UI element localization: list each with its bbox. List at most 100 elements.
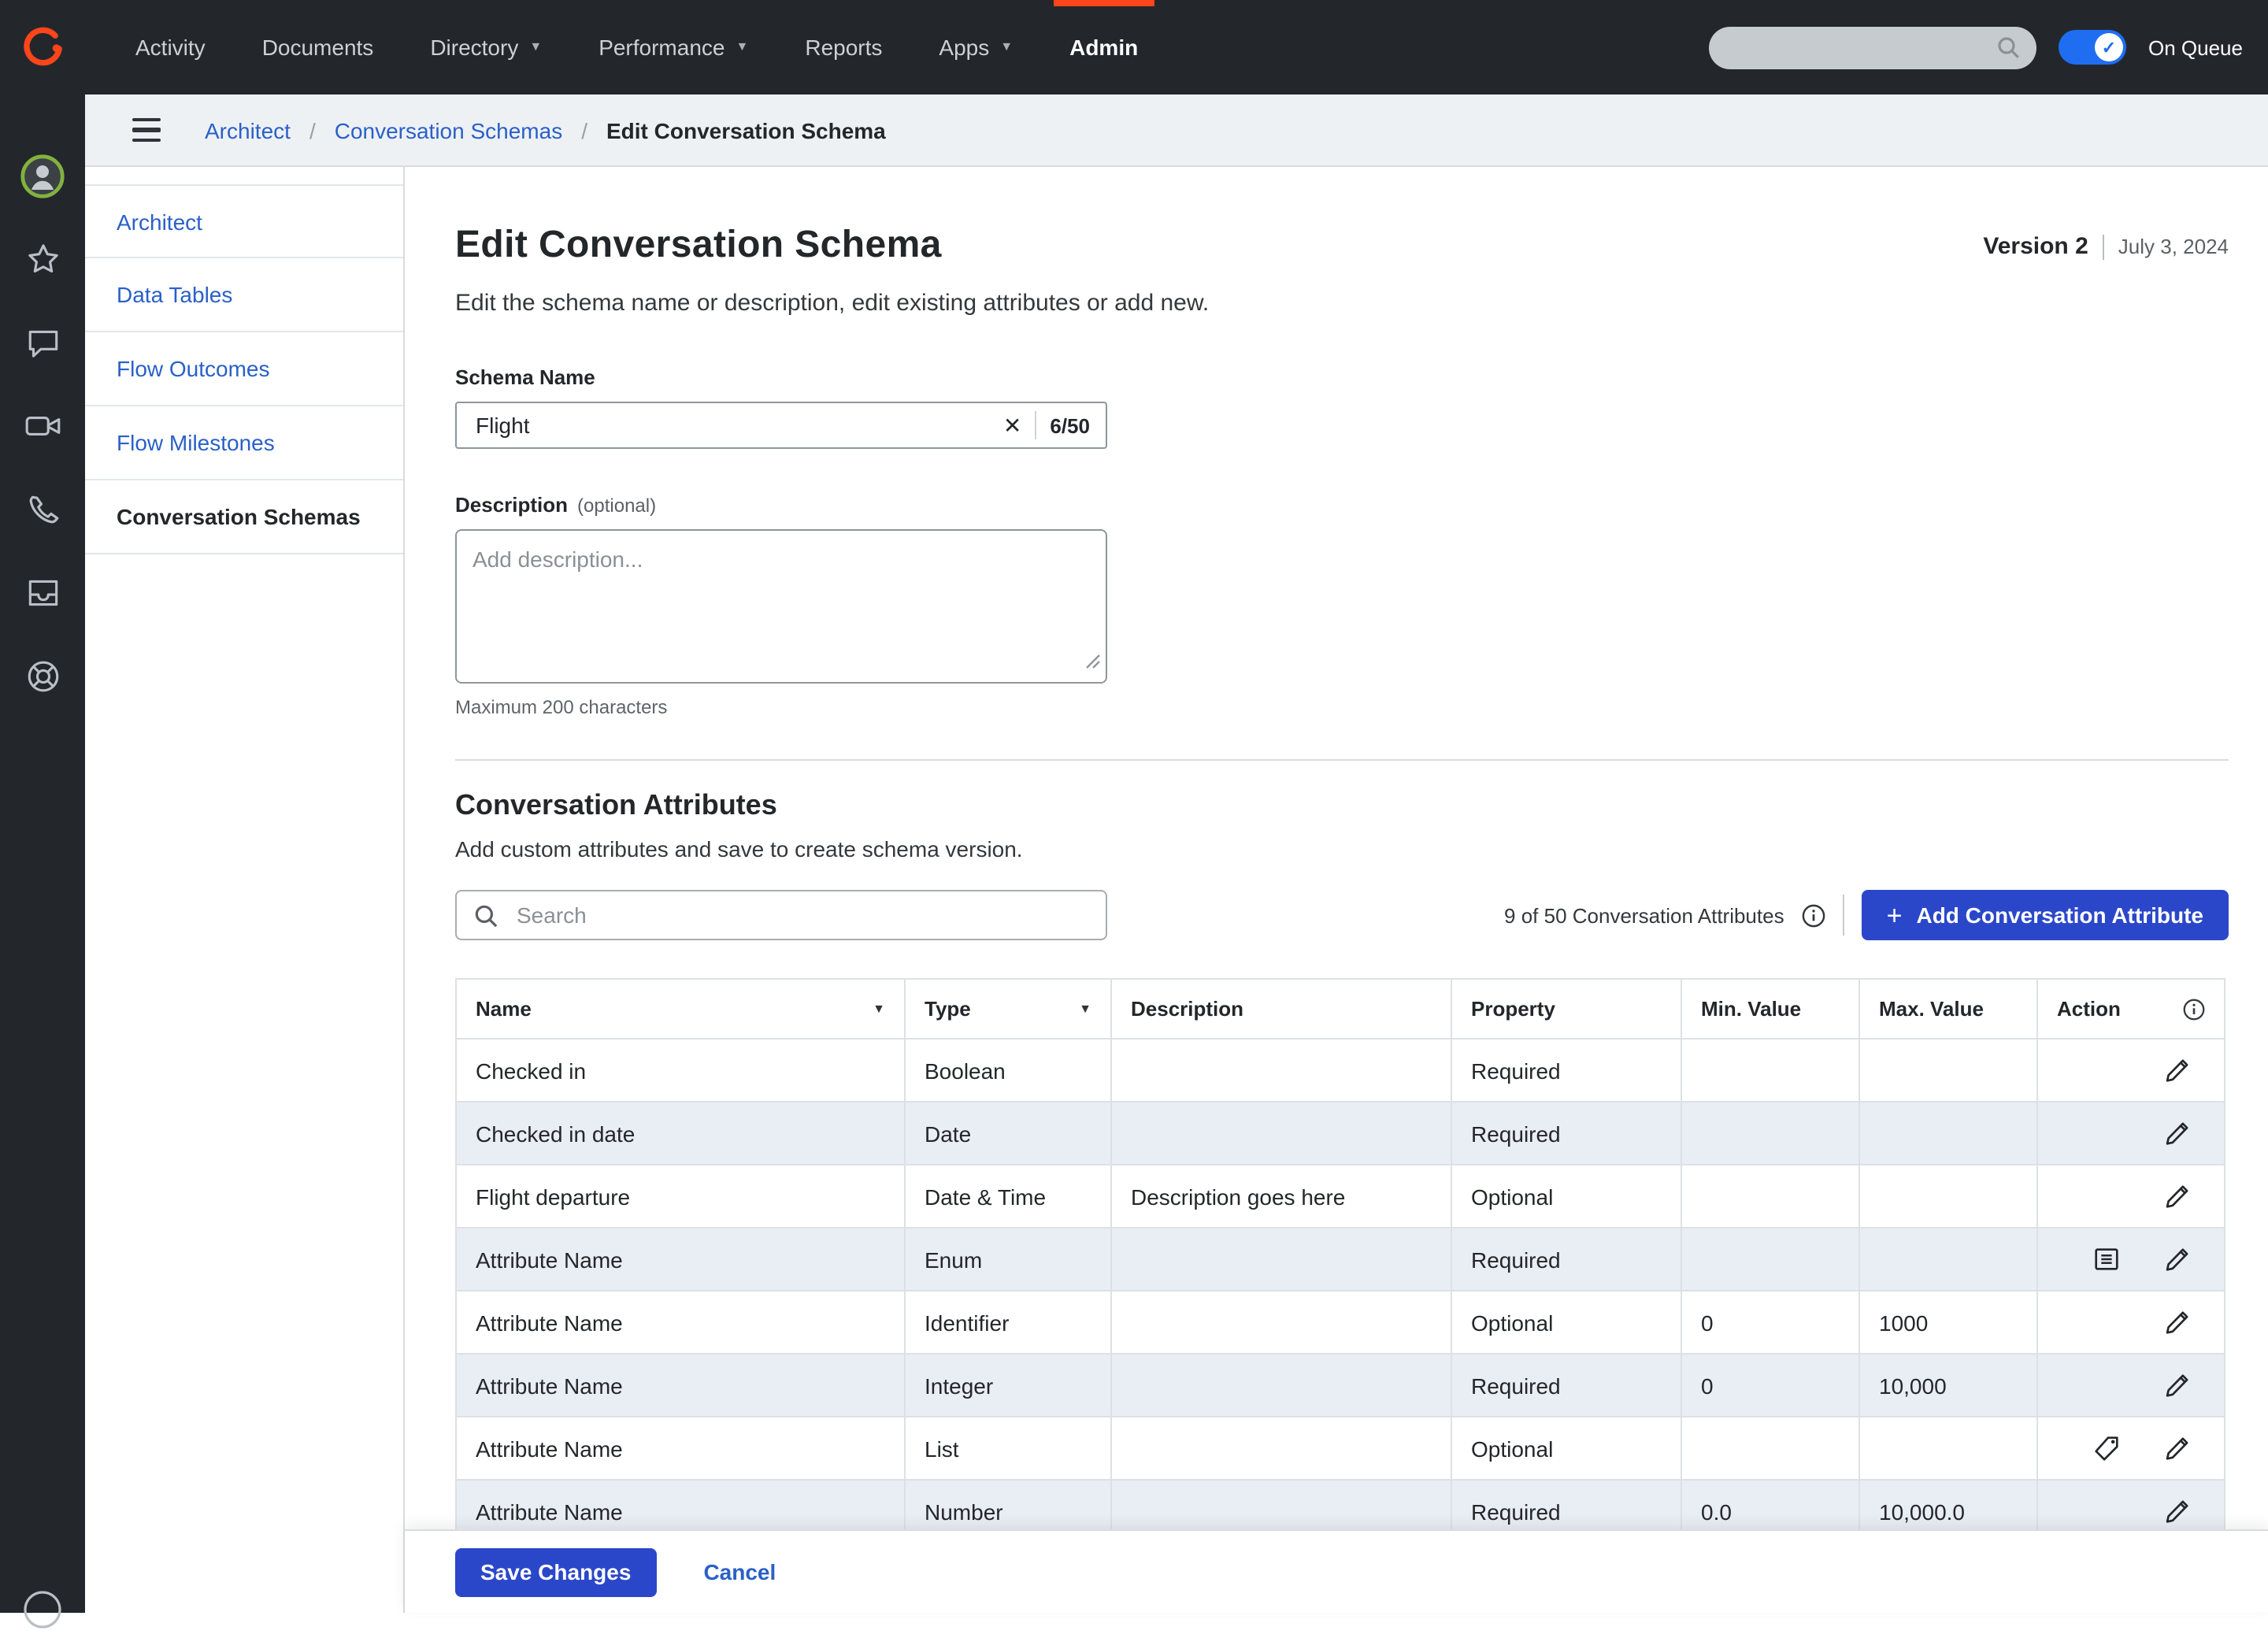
tag-icon[interactable] (2092, 1433, 2122, 1463)
nav-item-performance[interactable]: Performance▼ (570, 0, 776, 94)
edit-pencil-icon[interactable] (2162, 1307, 2192, 1337)
attribute-description: Description goes here (1111, 1165, 1451, 1228)
sort-caret-icon[interactable]: ▼ (873, 1002, 885, 1016)
attribute-property: Required (1451, 1102, 1681, 1165)
row-actions (2057, 1181, 2205, 1211)
cancel-button[interactable]: Cancel (703, 1559, 776, 1584)
attribute-name-link[interactable]: Attribute Name (456, 1228, 905, 1291)
nav-item-label: Apps (939, 35, 989, 60)
global-search[interactable] (1709, 26, 2036, 69)
attribute-name-link[interactable]: Attribute Name (456, 1291, 905, 1354)
description-textarea[interactable] (457, 531, 1106, 682)
nav-item-label: Documents (262, 35, 374, 60)
page-header: Edit Conversation Schema Version 2 July … (455, 224, 2229, 271)
info-icon[interactable] (1802, 903, 1825, 927)
help-icon[interactable] (0, 635, 85, 718)
attribute-property: Optional (1451, 1291, 1681, 1354)
attribute-actions-cell (2037, 1039, 2225, 1102)
sidebar-item-label: Data Tables (117, 282, 232, 307)
genesys-logo-icon[interactable] (0, 0, 85, 94)
row-actions (2057, 1055, 2205, 1085)
chat-icon[interactable] (0, 301, 85, 384)
nav-item-directory[interactable]: Directory▼ (402, 0, 570, 94)
sort-caret-icon[interactable]: ▼ (1079, 1002, 1091, 1016)
avatar-icon[interactable] (0, 134, 85, 217)
attributes-heading: Conversation Attributes (455, 789, 2229, 824)
attribute-max-value (1859, 1102, 2037, 1165)
attributes-table: Name ▼ Type ▼ Description Property Min. … (455, 978, 2225, 1544)
nav-item-apps[interactable]: Apps▼ (910, 0, 1041, 94)
on-queue-toggle[interactable]: ✓ (2059, 30, 2126, 65)
attributes-search-input[interactable] (513, 901, 1090, 929)
edit-pencil-icon[interactable] (2162, 1244, 2192, 1274)
nav-item-activity[interactable]: Activity (107, 0, 234, 94)
attribute-description (1111, 1354, 1451, 1417)
edit-pencil-icon[interactable] (2162, 1055, 2192, 1085)
attribute-type: Boolean (905, 1039, 1111, 1102)
version-separator (2103, 234, 2104, 259)
nav-item-documents[interactable]: Documents (234, 0, 402, 94)
close-icon[interactable]: ✕ (991, 414, 1034, 436)
header-type[interactable]: Type ▼ (905, 979, 1111, 1039)
nav-item-label: Activity (135, 35, 206, 60)
edit-pencil-icon[interactable] (2162, 1118, 2192, 1148)
edit-pencil-icon[interactable] (2162, 1433, 2192, 1463)
sidebar-item-data-tables[interactable]: Data Tables (85, 258, 403, 332)
attributes-toolbar: 9 of 50 Conversation Attributes + Add Co… (455, 890, 2229, 940)
attribute-max-value: 1000 (1859, 1291, 2037, 1354)
breadcrumb-bar: Architect/Conversation Schemas/Edit Conv… (85, 94, 2268, 167)
schema-name-field: ✕ 6/50 (455, 402, 1107, 449)
table-row: Attribute Name Enum Required (456, 1228, 2225, 1291)
attribute-name-link[interactable]: Attribute Name (456, 1417, 905, 1480)
attribute-name-link[interactable]: Checked in (456, 1039, 905, 1102)
attribute-property: Required (1451, 1354, 1681, 1417)
version-info: Version 2 July 3, 2024 (1983, 233, 2229, 260)
menu-hamburger-icon[interactable] (126, 112, 167, 149)
breadcrumb-separator: / (581, 117, 587, 143)
attribute-name-link[interactable]: Attribute Name (456, 1354, 905, 1417)
sidebar-item-flow-milestones[interactable]: Flow Milestones (85, 406, 403, 480)
breadcrumb-link[interactable]: Conversation Schemas (335, 117, 563, 143)
profile-partial-icon[interactable] (22, 1589, 63, 1638)
attribute-name-link[interactable]: Checked in date (456, 1102, 905, 1165)
save-button[interactable]: Save Changes (455, 1547, 656, 1596)
input-divider (1034, 411, 1036, 439)
video-icon[interactable] (0, 384, 85, 468)
table-row: Attribute Name List Optional (456, 1417, 2225, 1480)
info-icon[interactable] (2183, 998, 2205, 1020)
sidebar-item-conversation-schemas[interactable]: Conversation Schemas (85, 480, 403, 554)
attribute-type: List (905, 1417, 1111, 1480)
on-queue-label: On Queue (2148, 35, 2243, 59)
attribute-actions-cell (2037, 1417, 2225, 1480)
global-search-input[interactable] (1725, 34, 1986, 61)
attribute-max-value (1859, 1039, 2037, 1102)
description-label-row: Description (optional) (455, 493, 2229, 517)
attribute-name-link[interactable]: Flight departure (456, 1165, 905, 1228)
nav-item-reports[interactable]: Reports (776, 0, 910, 94)
header-name[interactable]: Name ▼ (456, 979, 905, 1039)
schema-name-input[interactable] (472, 411, 991, 439)
inbox-icon[interactable] (0, 551, 85, 635)
table-header-row: Name ▼ Type ▼ Description Property Min. … (456, 979, 2225, 1039)
enum-list-icon[interactable] (2092, 1244, 2122, 1274)
attribute-type: Date & Time (905, 1165, 1111, 1228)
header-min-value: Min. Value (1681, 979, 1859, 1039)
attributes-search (455, 890, 1107, 940)
page-subtitle: Edit the schema name or description, edi… (455, 290, 2229, 318)
attribute-max-value: 10,000 (1859, 1354, 2037, 1417)
sidebar-item-flow-outcomes[interactable]: Flow Outcomes (85, 332, 403, 406)
attribute-type: Identifier (905, 1291, 1111, 1354)
add-conversation-attribute-button[interactable]: + Add Conversation Attribute (1862, 890, 2229, 940)
breadcrumb-link[interactable]: Architect (205, 117, 291, 143)
star-icon[interactable] (0, 217, 85, 301)
attribute-min-value (1681, 1102, 1859, 1165)
edit-pencil-icon[interactable] (2162, 1496, 2192, 1526)
phone-icon[interactable] (0, 468, 85, 551)
edit-pencil-icon[interactable] (2162, 1181, 2192, 1211)
main-panel: Edit Conversation Schema Version 2 July … (405, 167, 2268, 1613)
plus-icon: + (1887, 902, 1903, 928)
attribute-actions-cell (2037, 1354, 2225, 1417)
nav-item-admin[interactable]: Admin (1041, 0, 1166, 94)
sidebar-item-architect[interactable]: Architect (85, 184, 403, 258)
edit-pencil-icon[interactable] (2162, 1370, 2192, 1400)
